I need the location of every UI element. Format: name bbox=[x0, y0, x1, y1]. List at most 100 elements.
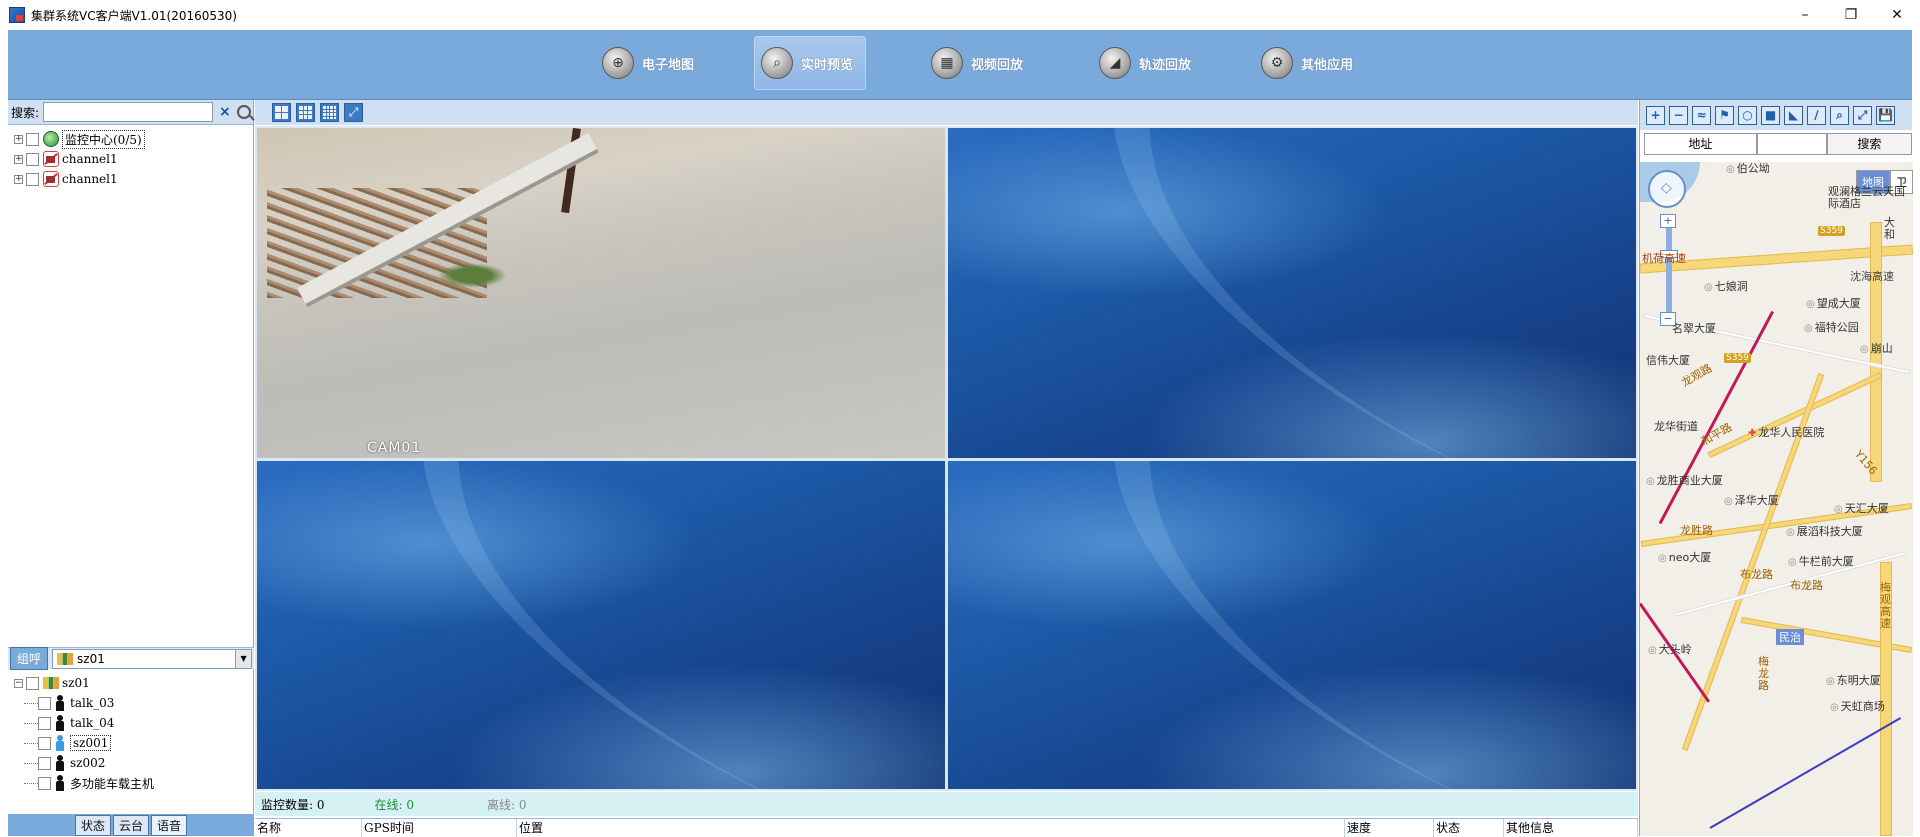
talk-group-root[interactable]: − sz01 bbox=[8, 673, 254, 693]
map-label: 布龙路 bbox=[1740, 568, 1773, 581]
zoom-in-icon[interactable]: + bbox=[1646, 105, 1665, 125]
map-label: 福特公园 bbox=[1804, 319, 1859, 335]
tree-node-monitor-center[interactable]: + 监控中心(0/5) bbox=[8, 129, 253, 149]
talk-member-label: talk_04 bbox=[70, 716, 115, 730]
tab-status[interactable]: 状态 bbox=[74, 814, 111, 836]
search-input[interactable] bbox=[43, 102, 214, 122]
group-icon bbox=[57, 652, 74, 665]
nav-label: 电子地图 bbox=[642, 57, 695, 73]
search-icon[interactable] bbox=[236, 105, 251, 119]
column-header-other-info[interactable]: 其他信息 bbox=[1504, 819, 1638, 837]
track-playback-icon: ◢ bbox=[1099, 47, 1131, 79]
polygon-icon[interactable]: ◣ bbox=[1784, 105, 1803, 125]
nav-video-playback[interactable]: ▦ 视频回放 bbox=[925, 36, 1029, 90]
map-label: 泽华大厦 bbox=[1724, 492, 1779, 508]
map-label: 观澜格兰云天国际酒店 bbox=[1828, 185, 1905, 210]
map-icon: ⊕ bbox=[602, 47, 634, 79]
map-search-icon[interactable]: ⌕ bbox=[1830, 105, 1849, 125]
tree-checkbox[interactable] bbox=[26, 172, 39, 186]
pan-icon[interactable]: ≈ bbox=[1692, 105, 1711, 125]
nav-electronic-map[interactable]: ⊕ 电子地图 bbox=[596, 36, 700, 90]
column-header-location[interactable]: 位置 bbox=[517, 819, 1345, 837]
clear-search-icon[interactable]: × bbox=[219, 104, 231, 120]
map-view[interactable]: + − 地图 卫 伯公坳 观澜格兰云天国际酒店 大和 S359 机荷高速 沈海高… bbox=[1640, 162, 1913, 836]
camera-offline-icon bbox=[43, 151, 59, 167]
expand-icon[interactable]: + bbox=[14, 174, 23, 184]
map-label: 沈海高速 bbox=[1850, 270, 1894, 283]
tree-checkbox[interactable] bbox=[38, 756, 51, 770]
layout-9-split-icon[interactable] bbox=[296, 103, 315, 122]
map-label: 展滔科技大厦 bbox=[1786, 523, 1863, 539]
map-label: 龙华人民医院 bbox=[1748, 424, 1824, 440]
rectangle-icon[interactable]: ■ bbox=[1761, 105, 1780, 125]
map-label: 东明大厦 bbox=[1826, 672, 1881, 688]
nav-label: 轨迹回放 bbox=[1139, 57, 1192, 73]
address-input[interactable] bbox=[1756, 133, 1827, 155]
minimize-button[interactable]: – bbox=[1782, 0, 1828, 30]
column-header-status[interactable]: 状态 bbox=[1434, 819, 1504, 837]
save-icon[interactable]: 💾 bbox=[1876, 105, 1895, 125]
person-icon bbox=[55, 775, 65, 791]
map-toolbar: + − ≈ ⚑ ○ ■ ◣ ∕ ⌕ ⤢ 💾 bbox=[1640, 100, 1912, 130]
talk-member[interactable]: talk_03 bbox=[8, 693, 254, 713]
group-call-button[interactable]: 组呼 bbox=[10, 647, 49, 670]
collapse-icon[interactable]: − bbox=[14, 678, 23, 688]
column-header-gps-time[interactable]: GPS时间 bbox=[362, 819, 517, 837]
person-online-icon bbox=[55, 735, 65, 751]
map-label: 七娘洞 bbox=[1704, 278, 1748, 294]
zoom-track[interactable] bbox=[1666, 214, 1672, 324]
tab-voice[interactable]: 语音 bbox=[151, 814, 188, 836]
polyline-icon[interactable]: ∕ bbox=[1807, 105, 1826, 125]
talk-member[interactable]: talk_04 bbox=[8, 713, 254, 733]
map-label: 梅龙路 bbox=[1758, 655, 1769, 692]
tree-connector bbox=[24, 782, 38, 784]
talk-member[interactable]: sz002 bbox=[8, 753, 254, 773]
video-channel-4[interactable] bbox=[948, 461, 1636, 789]
nav-other-apps[interactable]: ⚙ 其他应用 bbox=[1255, 36, 1359, 90]
chevron-down-icon[interactable]: ▼ bbox=[235, 649, 252, 668]
video-channel-2[interactable] bbox=[948, 128, 1636, 458]
tree-checkbox[interactable] bbox=[26, 152, 39, 166]
tab-ptz[interactable]: 云台 bbox=[112, 814, 149, 836]
nav-track-playback[interactable]: ◢ 轨迹回放 bbox=[1093, 36, 1197, 90]
expand-icon[interactable]: + bbox=[14, 154, 23, 164]
pan-control-icon[interactable] bbox=[1648, 170, 1686, 208]
layout-4-split-icon[interactable] bbox=[272, 103, 291, 122]
map-label: 牛栏前大厦 bbox=[1788, 553, 1854, 569]
tree-checkbox[interactable] bbox=[26, 676, 39, 690]
group-select[interactable]: sz01 ▼ bbox=[52, 648, 253, 669]
zoom-out-icon[interactable]: − bbox=[1669, 105, 1688, 125]
map-search-button[interactable]: 搜索 bbox=[1826, 133, 1912, 155]
tree-checkbox[interactable] bbox=[38, 776, 51, 790]
group-icon bbox=[43, 677, 59, 689]
layout-16-split-icon[interactable] bbox=[320, 103, 339, 122]
column-header-name[interactable]: 名称 bbox=[255, 819, 362, 837]
tree-checkbox[interactable] bbox=[26, 132, 39, 146]
talk-member[interactable]: sz001 bbox=[8, 733, 254, 753]
talk-member[interactable]: 多功能车载主机 bbox=[8, 773, 254, 793]
flag-icon[interactable]: ⚑ bbox=[1715, 105, 1734, 125]
restore-button[interactable]: ❐ bbox=[1828, 0, 1874, 30]
expand-icon[interactable]: + bbox=[14, 134, 23, 144]
tree-connector bbox=[24, 742, 38, 744]
circle-icon[interactable]: ○ bbox=[1738, 105, 1757, 125]
tree-checkbox[interactable] bbox=[38, 696, 51, 710]
map-label: 信伟大厦 bbox=[1646, 354, 1690, 367]
tree-checkbox[interactable] bbox=[38, 736, 51, 750]
video-channel-1[interactable]: CAM01 bbox=[257, 128, 945, 458]
map-fullscreen-icon[interactable]: ⤢ bbox=[1853, 105, 1872, 125]
fullscreen-icon[interactable]: ⤢ bbox=[344, 103, 363, 122]
map-label: 民治 bbox=[1776, 629, 1804, 645]
close-button[interactable]: ✕ bbox=[1874, 0, 1920, 30]
person-icon bbox=[55, 715, 65, 731]
column-header-speed[interactable]: 速度 bbox=[1345, 819, 1434, 837]
main-toolbar: ⊕ 电子地图 ⌕ 实时预览 ▦ 视频回放 ◢ 轨迹回放 ⚙ 其他应用 bbox=[8, 30, 1912, 100]
map-label: neo大厦 bbox=[1658, 549, 1711, 565]
map-zoom-in-icon[interactable]: + bbox=[1660, 214, 1676, 228]
tree-checkbox[interactable] bbox=[38, 716, 51, 730]
tree-node-channel[interactable]: + channel1 bbox=[8, 149, 253, 169]
talk-member-label: sz001 bbox=[70, 735, 112, 751]
video-channel-3[interactable] bbox=[257, 461, 945, 789]
nav-live-preview[interactable]: ⌕ 实时预览 bbox=[754, 36, 866, 90]
tree-node-channel[interactable]: + channel1 bbox=[8, 169, 253, 189]
